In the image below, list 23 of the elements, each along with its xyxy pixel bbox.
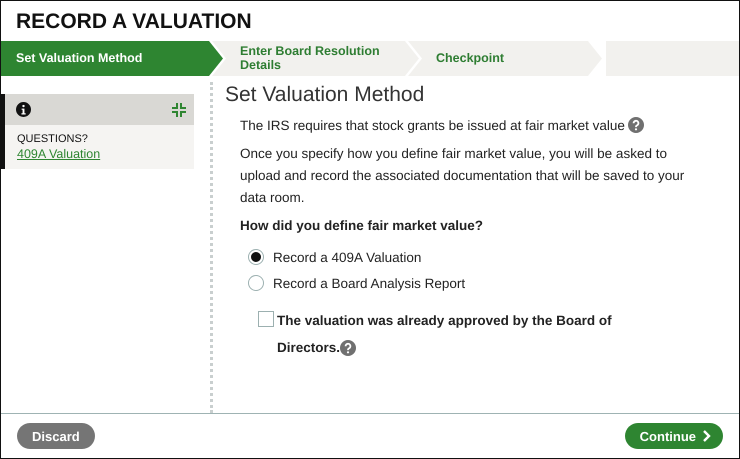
option-label[interactable]: Record a 409A Valuation: [273, 250, 422, 264]
radio-button[interactable]: [248, 249, 264, 265]
valuation-link[interactable]: 409A Valuation: [17, 147, 100, 161]
question-text: How did you define fair market value?: [240, 218, 484, 233]
collapse-icon[interactable]: [172, 102, 186, 116]
help-icon[interactable]: [340, 340, 356, 356]
checkbox-label[interactable]: The valuation was already approved by the Board of Directors.: [277, 307, 658, 361]
step-tab[interactable]: Set Valuation Method: [1, 41, 223, 76]
description-text: Once you specify how you define fair market value, you will be asked to upload and record the associated documentation that will be saved to your data room.: [240, 145, 686, 207]
chevron-right-icon: [702, 430, 711, 442]
help-icon[interactable]: [628, 117, 644, 133]
questions-label: QUESTIONS?: [17, 133, 89, 145]
step-tab[interactable]: Enter Board Resolution Details: [212, 41, 419, 76]
radio-button[interactable]: [248, 275, 264, 291]
intro-text: The IRS requires that stock grants be issued at fair market value: [240, 118, 625, 132]
window-title: RECORD A VALUATION: [15, 9, 253, 35]
continue-button[interactable]: Continue: [624, 423, 723, 449]
checkbox[interactable]: [258, 311, 274, 327]
step-tab[interactable]: Checkpoint: [408, 41, 602, 76]
info-icon: [16, 102, 31, 117]
section-heading: Set Valuation Method: [225, 83, 426, 107]
discard-button[interactable]: Discard: [17, 423, 95, 449]
option-label[interactable]: Record a Board Analysis Report: [273, 276, 466, 290]
